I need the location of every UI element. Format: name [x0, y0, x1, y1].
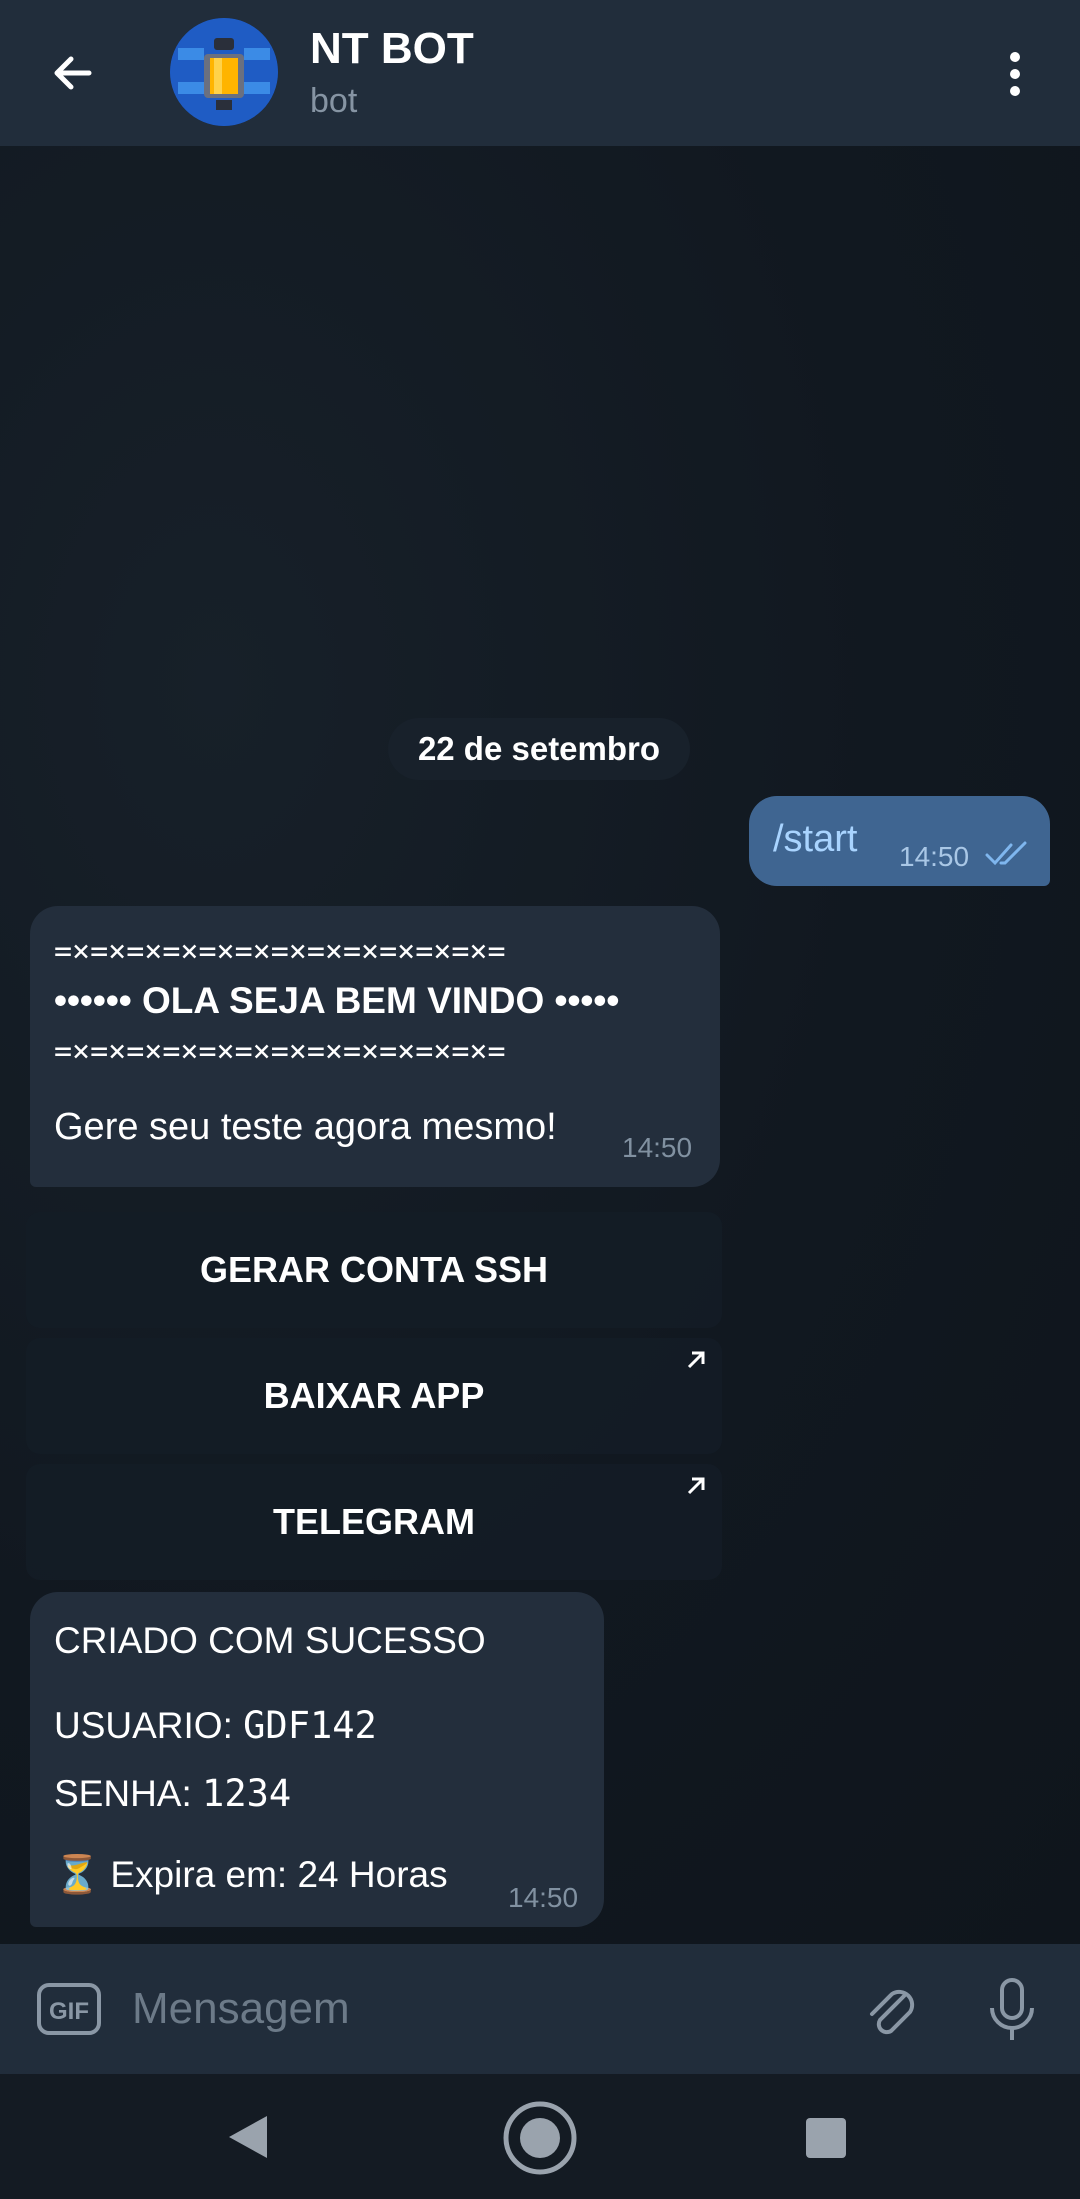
- incoming-message-result[interactable]: CRIADO COM SUCESSO USUARIO: GDF142 SENHA…: [30, 1592, 604, 1927]
- message-time: 14:50: [508, 1882, 579, 1913]
- paperclip-icon[interactable]: [858, 1976, 924, 2042]
- gif-icon[interactable]: GIF: [36, 1982, 102, 2036]
- nav-recents-icon[interactable]: [806, 2118, 846, 2158]
- more-options-button[interactable]: [990, 44, 1040, 104]
- message-time: 14:50: [899, 841, 970, 872]
- svg-text:GIF: GIF: [49, 1998, 89, 2025]
- incoming-message-welcome[interactable]: =×=×=×=×=×=×=×=×=×=×=×=×= •••••• OLA SEJ…: [30, 906, 720, 1187]
- username-line: USUARIO: GDF142: [54, 1704, 377, 1747]
- message-text: /start: [773, 818, 858, 860]
- nav-back-icon[interactable]: [225, 2112, 271, 2162]
- message-line: =×=×=×=×=×=×=×=×=×=×=×=×=: [54, 1034, 506, 1069]
- expiry-line: ⏳ Expira em: 24 Horas: [54, 1854, 448, 1895]
- inline-button-baixar-app[interactable]: BAIXAR APP: [26, 1338, 722, 1454]
- chat-header: NT BOT bot: [0, 0, 1080, 146]
- message-line: •••••• OLA SEJA BEM VINDO •••••: [54, 980, 620, 1021]
- message-input[interactable]: Mensagem: [132, 1984, 350, 2034]
- external-link-arrow-icon: [687, 1477, 705, 1495]
- inline-button-gerar-conta-ssh[interactable]: GERAR CONTA SSH: [26, 1212, 722, 1328]
- button-label: TELEGRAM: [273, 1501, 475, 1542]
- hourglass-icon: ⏳: [54, 1854, 101, 1895]
- message-title: CRIADO COM SUCESSO: [54, 1620, 486, 1661]
- chat-area[interactable]: 22 de setembro /start 14:50 =×=×=×=×=×=×…: [0, 146, 1080, 1944]
- system-navigation-bar: [0, 2074, 1080, 2199]
- inline-button-telegram[interactable]: TELEGRAM: [26, 1464, 722, 1580]
- double-check-icon: [985, 841, 1027, 866]
- chat-subtitle: bot: [310, 82, 358, 120]
- username-value: GDF142: [243, 1704, 377, 1747]
- microphone-icon[interactable]: [984, 1976, 1040, 2046]
- date-separator: 22 de setembro: [388, 718, 690, 780]
- chat-title[interactable]: NT BOT: [310, 24, 474, 74]
- message-input-bar: GIF Mensagem: [0, 1944, 1080, 2074]
- message-line: Gere seu teste agora mesmo!: [54, 1106, 557, 1148]
- avatar[interactable]: [170, 18, 278, 126]
- back-button[interactable]: [38, 38, 108, 108]
- more-vertical-icon: [1010, 52, 1020, 62]
- external-link-arrow-icon: [687, 1351, 705, 1369]
- button-label: GERAR CONTA SSH: [199, 1249, 548, 1290]
- password-value: 1234: [202, 1772, 292, 1815]
- message-time: 14:50: [622, 1132, 693, 1163]
- message-line: =×=×=×=×=×=×=×=×=×=×=×=×=: [54, 934, 506, 969]
- button-label: BAIXAR APP: [263, 1375, 485, 1416]
- outgoing-message[interactable]: /start 14:50: [749, 796, 1050, 886]
- robot-bot-icon: [170, 18, 278, 126]
- arrow-left-icon: [54, 56, 92, 90]
- password-line: SENHA: 1234: [54, 1772, 292, 1815]
- nav-home-icon[interactable]: [502, 2100, 578, 2176]
